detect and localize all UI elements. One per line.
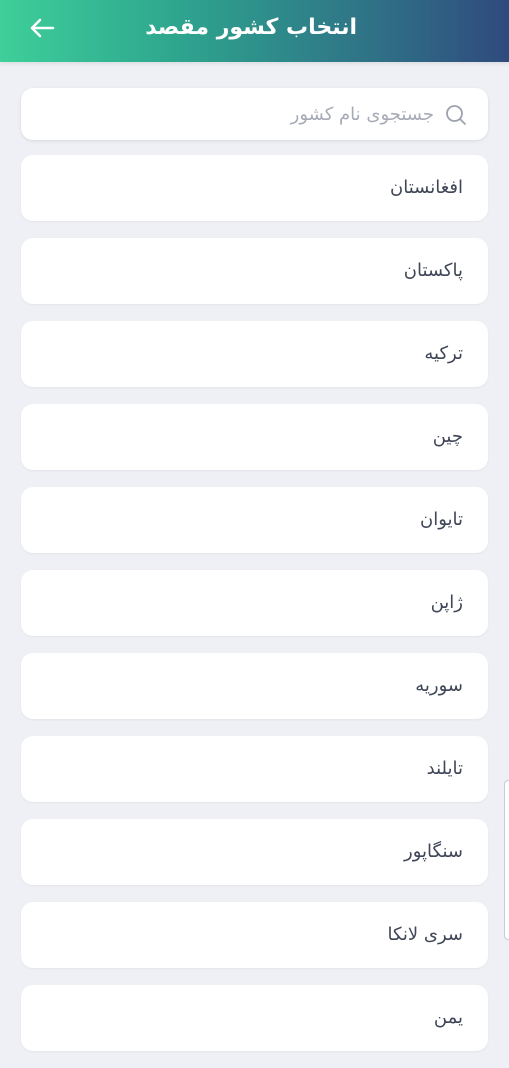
country-label: چین <box>432 426 463 447</box>
country-list: افغانستان پاکستان ترکیه چین تایوان ژاپن … <box>21 155 488 1068</box>
country-item-japan[interactable]: ژاپن <box>21 570 488 636</box>
country-item-syria[interactable]: سوریه <box>21 653 488 719</box>
country-label: یمن <box>433 1007 463 1028</box>
country-item-taiwan[interactable]: تایوان <box>21 487 488 553</box>
app-header: انتخاب کشور مقصد <box>0 0 509 62</box>
country-item-afghanistan[interactable]: افغانستان <box>21 155 488 221</box>
search-box <box>21 88 488 140</box>
country-item-sri-lanka[interactable]: سری لانکا <box>21 902 488 968</box>
country-label: تایلند <box>426 758 463 779</box>
country-label: سوریه <box>415 675 463 696</box>
country-item-thailand[interactable]: تایلند <box>21 736 488 802</box>
scrollbar-handle[interactable] <box>504 780 509 940</box>
country-label: تایوان <box>419 509 463 530</box>
back-button[interactable] <box>22 10 62 46</box>
country-label: ژاپن <box>430 592 463 613</box>
country-label: افغانستان <box>390 177 463 198</box>
country-label: پاکستان <box>403 260 463 281</box>
country-label: ترکیه <box>424 343 463 364</box>
country-item-yemen[interactable]: یمن <box>21 985 488 1051</box>
arrow-left-icon <box>30 18 55 38</box>
country-item-singapore[interactable]: سنگاپور <box>21 819 488 885</box>
page-title: انتخاب کشور مقصد <box>145 15 357 40</box>
country-item-china[interactable]: چین <box>21 404 488 470</box>
country-item-pakistan[interactable]: پاکستان <box>21 238 488 304</box>
country-item-turkey[interactable]: ترکیه <box>21 321 488 387</box>
search-input[interactable] <box>74 88 434 140</box>
country-label: سنگاپور <box>404 841 463 862</box>
country-label: سری لانکا <box>387 924 463 945</box>
search-icon <box>446 105 466 125</box>
